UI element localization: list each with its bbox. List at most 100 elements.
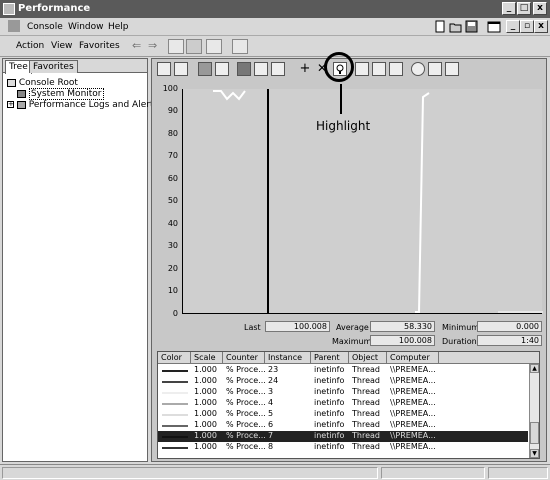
mdi-minimize-button[interactable]: _ — [506, 20, 520, 33]
last-label: Last — [244, 323, 261, 332]
counter-list: Color Scale Counter Instance Parent Obje… — [157, 351, 540, 459]
col-scale[interactable]: Scale — [191, 352, 223, 364]
menu-help[interactable]: Help — [108, 22, 129, 32]
cell-scale: 1.000 — [194, 420, 217, 429]
status-cell-3 — [488, 467, 548, 479]
cell-scale: 1.000 — [194, 409, 217, 418]
tree-item-system-monitor[interactable]: System Monitor — [17, 88, 104, 100]
app-icon — [3, 3, 15, 15]
help-icon[interactable] — [232, 39, 248, 54]
status-cell-2 — [381, 467, 485, 479]
cell-object: Thread — [352, 376, 380, 385]
sm-help-icon[interactable] — [445, 62, 459, 76]
new-counter-set-icon[interactable] — [157, 62, 171, 76]
save-icon[interactable] — [464, 19, 480, 34]
cell-parent: inetinfo — [314, 387, 345, 396]
view-histogram-icon[interactable] — [254, 62, 268, 76]
copy-properties-icon[interactable] — [355, 62, 369, 76]
clear-display-icon[interactable] — [174, 62, 188, 76]
view-report-icon[interactable] — [271, 62, 285, 76]
table-row[interactable]: 1.000 % Proce... 4 inetinfo Thread \\PREMEA..… — [158, 398, 528, 409]
console-icon — [8, 20, 20, 32]
close-button[interactable]: x — [533, 2, 547, 15]
y-tick-label: 80 — [167, 129, 178, 138]
table-row[interactable]: 1.000 % Proce... 6 inetinfo Thread \\PREMEA..… — [158, 420, 528, 431]
mdi-close-button[interactable]: x — [534, 20, 548, 33]
view-graph-icon[interactable] — [237, 62, 251, 76]
menu-console[interactable]: Console — [27, 22, 63, 32]
show-tree-icon[interactable] — [186, 39, 202, 54]
cell-object: Thread — [352, 365, 380, 374]
table-row[interactable]: 1.000 % Proce... 24 inetinfo Thread \\PREMEA.… — [158, 376, 528, 387]
counter-line-spike — [415, 92, 430, 313]
menu-view[interactable]: View — [51, 41, 72, 51]
maximize-button[interactable]: □ — [517, 2, 531, 15]
paste-counter-list-icon[interactable] — [372, 62, 386, 76]
menu-window[interactable]: Window — [68, 22, 104, 32]
table-row[interactable]: 1.000 % Proce... 23 inetinfo Thread \\PREMEA.… — [158, 365, 528, 376]
tab-tree[interactable]: Tree — [5, 60, 32, 74]
counter-list-header: Color Scale Counter Instance Parent Obje… — [158, 352, 539, 364]
new-icon[interactable] — [432, 19, 448, 34]
counter-list-scrollbar[interactable]: ▲ ▼ — [529, 364, 539, 458]
view-log-data-icon[interactable] — [215, 62, 229, 76]
table-row[interactable]: 1.000 % Proce... 3 inetinfo Thread \\PREMEA..… — [158, 387, 528, 398]
view-current-activity-icon[interactable] — [198, 62, 212, 76]
tree-tabs: Tree Favorites — [3, 59, 147, 74]
minimize-button[interactable]: _ — [502, 2, 516, 15]
new-window-icon[interactable] — [486, 19, 502, 34]
table-row[interactable]: 1.000 % Proce... 7 inetinfo Thread \\PREMEA..… — [158, 431, 528, 442]
col-parent[interactable]: Parent — [311, 352, 349, 364]
cell-computer: \\PREMEA... — [390, 365, 436, 374]
col-counter[interactable]: Counter — [223, 352, 265, 364]
table-row[interactable]: 1.000 % Proce... 5 inetinfo Thread \\PREMEA..… — [158, 409, 528, 420]
callout-circle — [324, 52, 354, 82]
expand-icon[interactable]: + — [7, 101, 14, 108]
col-color[interactable]: Color — [158, 352, 191, 364]
up-level-icon[interactable] — [168, 39, 184, 54]
color-swatch — [162, 414, 188, 416]
open-icon[interactable] — [448, 19, 464, 34]
cell-instance: 6 — [268, 420, 274, 429]
y-tick-label: 70 — [167, 151, 178, 160]
update-data-icon[interactable] — [428, 62, 442, 76]
back-arrow-icon[interactable]: ⇐ — [132, 39, 141, 52]
cell-object: Thread — [352, 420, 380, 429]
y-tick-label: 0 — [172, 309, 178, 318]
menu-bar: Console Window Help _ ▫ x — [0, 18, 550, 36]
tree-item-console-root[interactable]: Console Root — [7, 78, 78, 88]
minimum-label: Minimum — [442, 323, 480, 332]
forward-arrow-icon[interactable]: ⇒ — [148, 39, 157, 52]
menu-action[interactable]: Action — [16, 41, 44, 51]
cell-instance: 5 — [268, 409, 274, 418]
freeze-display-icon[interactable] — [411, 62, 425, 76]
scroll-thumb[interactable] — [530, 422, 539, 444]
color-swatch — [162, 381, 188, 383]
add-counter-icon[interactable]: + — [298, 62, 312, 76]
cell-computer: \\PREMEA... — [390, 376, 436, 385]
scroll-down-icon[interactable]: ▼ — [530, 449, 539, 458]
cell-instance: 24 — [268, 376, 279, 385]
color-swatch — [162, 370, 188, 372]
maximum-label: Maximum — [332, 337, 372, 346]
col-object[interactable]: Object — [349, 352, 387, 364]
cell-counter: % Proce... — [226, 442, 266, 451]
cell-instance: 23 — [268, 365, 279, 374]
tab-favorites[interactable]: Favorites — [29, 60, 78, 73]
cell-scale: 1.000 — [194, 365, 217, 374]
window-title: Performance — [18, 3, 91, 14]
y-tick-label: 10 — [167, 286, 178, 295]
cell-scale: 1.000 — [194, 431, 217, 440]
color-swatch — [162, 392, 188, 394]
mdi-restore-button[interactable]: ▫ — [520, 20, 534, 33]
export-list-icon[interactable] — [206, 39, 222, 54]
table-row[interactable]: 1.000 % Proce... 8 inetinfo Thread \\PREMEA..… — [158, 442, 528, 453]
col-instance[interactable]: Instance — [265, 352, 311, 364]
scroll-up-icon[interactable]: ▲ — [530, 364, 539, 373]
menu-favorites[interactable]: Favorites — [79, 41, 120, 51]
properties-icon[interactable] — [389, 62, 403, 76]
tree-item-label: Performance Logs and Alerts — [28, 100, 159, 110]
col-computer[interactable]: Computer — [387, 352, 439, 364]
tree-item-perf-logs[interactable]: + Performance Logs and Alerts — [7, 100, 158, 110]
tree-item-label: System Monitor — [28, 88, 104, 100]
